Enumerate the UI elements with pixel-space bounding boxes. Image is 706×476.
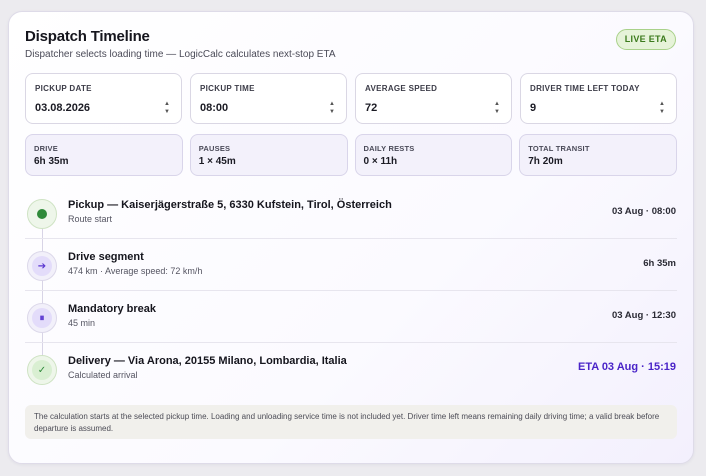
timeline-node: ➔ [27, 251, 57, 281]
stat-label: PAUSES [198, 144, 231, 153]
stepper-up-icon[interactable]: ▲ [164, 100, 170, 108]
average-speed-input[interactable]: 72 [365, 102, 377, 114]
timeline-item-time: 6h 35m [643, 258, 676, 269]
timeline-item-time: 03 Aug · 08:00 [611, 206, 676, 217]
timeline-item-time: 03 Aug · 12:30 [611, 310, 676, 321]
page-subtitle: Dispatcher selects loading time — LogicC… [25, 49, 336, 60]
stat-label: DRIVE [34, 144, 58, 153]
timeline-item-title: Delivery — Via Arona, 20155 Milano, Lomb… [68, 355, 347, 367]
timeline-item-subtitle: Calculated arrival [68, 370, 138, 380]
eta-time: ETA 03 Aug · 15:19 [577, 361, 676, 373]
summary-stats-row: DRIVE 6h 35m PAUSES 1 × 45m DAILY RESTS … [25, 134, 677, 176]
pickup-time-field[interactable]: PICKUP TIME 08:00 ▲ ▼ [190, 73, 347, 124]
stat-drive: DRIVE 6h 35m [25, 134, 183, 176]
stepper-down-icon[interactable]: ▼ [659, 108, 665, 116]
stat-label: DAILY RESTS [363, 144, 415, 153]
pause-icon: ⏸ [32, 308, 52, 328]
pickup-date-stepper[interactable]: ▲ ▼ [162, 100, 172, 116]
stat-label: TOTAL TRANSIT [528, 144, 590, 153]
timeline-node [27, 199, 57, 229]
driver-time-left-input[interactable]: 9 [530, 102, 536, 114]
stat-value: 0 × 11h [363, 156, 398, 167]
dispatch-timeline-card: Dispatch Timeline Dispatcher selects loa… [8, 11, 694, 464]
pickup-date-field[interactable]: PICKUP DATE 03.08.2026 ▲ ▼ [25, 73, 182, 124]
timeline-node: ⏸ [27, 303, 57, 333]
average-speed-stepper[interactable]: ▲ ▼ [492, 100, 502, 116]
timeline-item-title: Drive segment [68, 251, 144, 263]
input-fields-row: PICKUP DATE 03.08.2026 ▲ ▼ PICKUP TIME 0… [25, 73, 677, 124]
stat-value: 1 × 45m [198, 156, 236, 167]
timeline-item-title: Pickup — Kaiserjägerstraße 5, 6330 Kufst… [68, 199, 392, 211]
driver-time-left-field[interactable]: DRIVER TIME LEFT TODAY 9 ▲ ▼ [520, 73, 677, 124]
stepper-down-icon[interactable]: ▼ [494, 108, 500, 116]
stat-total-transit: TOTAL TRANSIT 7h 20m [519, 134, 677, 176]
timeline-node: ✓ [27, 355, 57, 385]
timeline-item-pickup: Pickup — Kaiserjägerstraße 5, 6330 Kufst… [25, 188, 677, 239]
average-speed-label: AVERAGE SPEED [365, 84, 438, 93]
timeline-item-subtitle: Route start [68, 214, 113, 224]
pickup-time-input[interactable]: 08:00 [200, 102, 228, 114]
stat-value: 7h 20m [528, 156, 563, 167]
stat-pauses: PAUSES 1 × 45m [189, 134, 348, 176]
dot-icon [37, 209, 47, 219]
stepper-up-icon[interactable]: ▲ [659, 100, 665, 108]
timeline: Pickup — Kaiserjägerstraße 5, 6330 Kufst… [25, 188, 677, 394]
driver-time-left-label: DRIVER TIME LEFT TODAY [530, 84, 640, 93]
stat-daily-rests: DAILY RESTS 0 × 11h [354, 134, 513, 176]
check-icon: ✓ [32, 360, 52, 380]
timeline-item-subtitle: 45 min [68, 318, 96, 328]
timeline-item-delivery: ✓ Delivery — Via Arona, 20155 Milano, Lo… [25, 344, 677, 395]
live-eta-badge: LIVE ETA [615, 29, 676, 50]
info-note: The calculation starts at the selected p… [25, 405, 677, 439]
stepper-down-icon[interactable]: ▼ [329, 108, 335, 116]
stepper-down-icon[interactable]: ▼ [164, 108, 170, 116]
stat-value: 6h 35m [34, 156, 69, 167]
pickup-date-label: PICKUP DATE [35, 84, 92, 93]
timeline-item-break: ⏸ Mandatory break 45 min 03 Aug · 12:30 [25, 292, 677, 343]
pickup-time-stepper[interactable]: ▲ ▼ [327, 100, 337, 116]
driver-time-left-stepper[interactable]: ▲ ▼ [657, 100, 667, 116]
stepper-up-icon[interactable]: ▲ [494, 100, 500, 108]
page-title: Dispatch Timeline [25, 28, 150, 45]
average-speed-field[interactable]: AVERAGE SPEED 72 ▲ ▼ [355, 73, 512, 124]
pickup-time-label: PICKUP TIME [200, 84, 255, 93]
timeline-item-subtitle: 474 km · Average speed: 72 km/h [68, 266, 203, 276]
timeline-item-title: Mandatory break [68, 303, 157, 315]
arrow-right-icon: ➔ [32, 256, 52, 276]
stepper-up-icon[interactable]: ▲ [329, 100, 335, 108]
pickup-date-input[interactable]: 03.08.2026 [35, 102, 90, 114]
timeline-item-drive: ➔ Drive segment 474 km · Average speed: … [25, 240, 677, 291]
